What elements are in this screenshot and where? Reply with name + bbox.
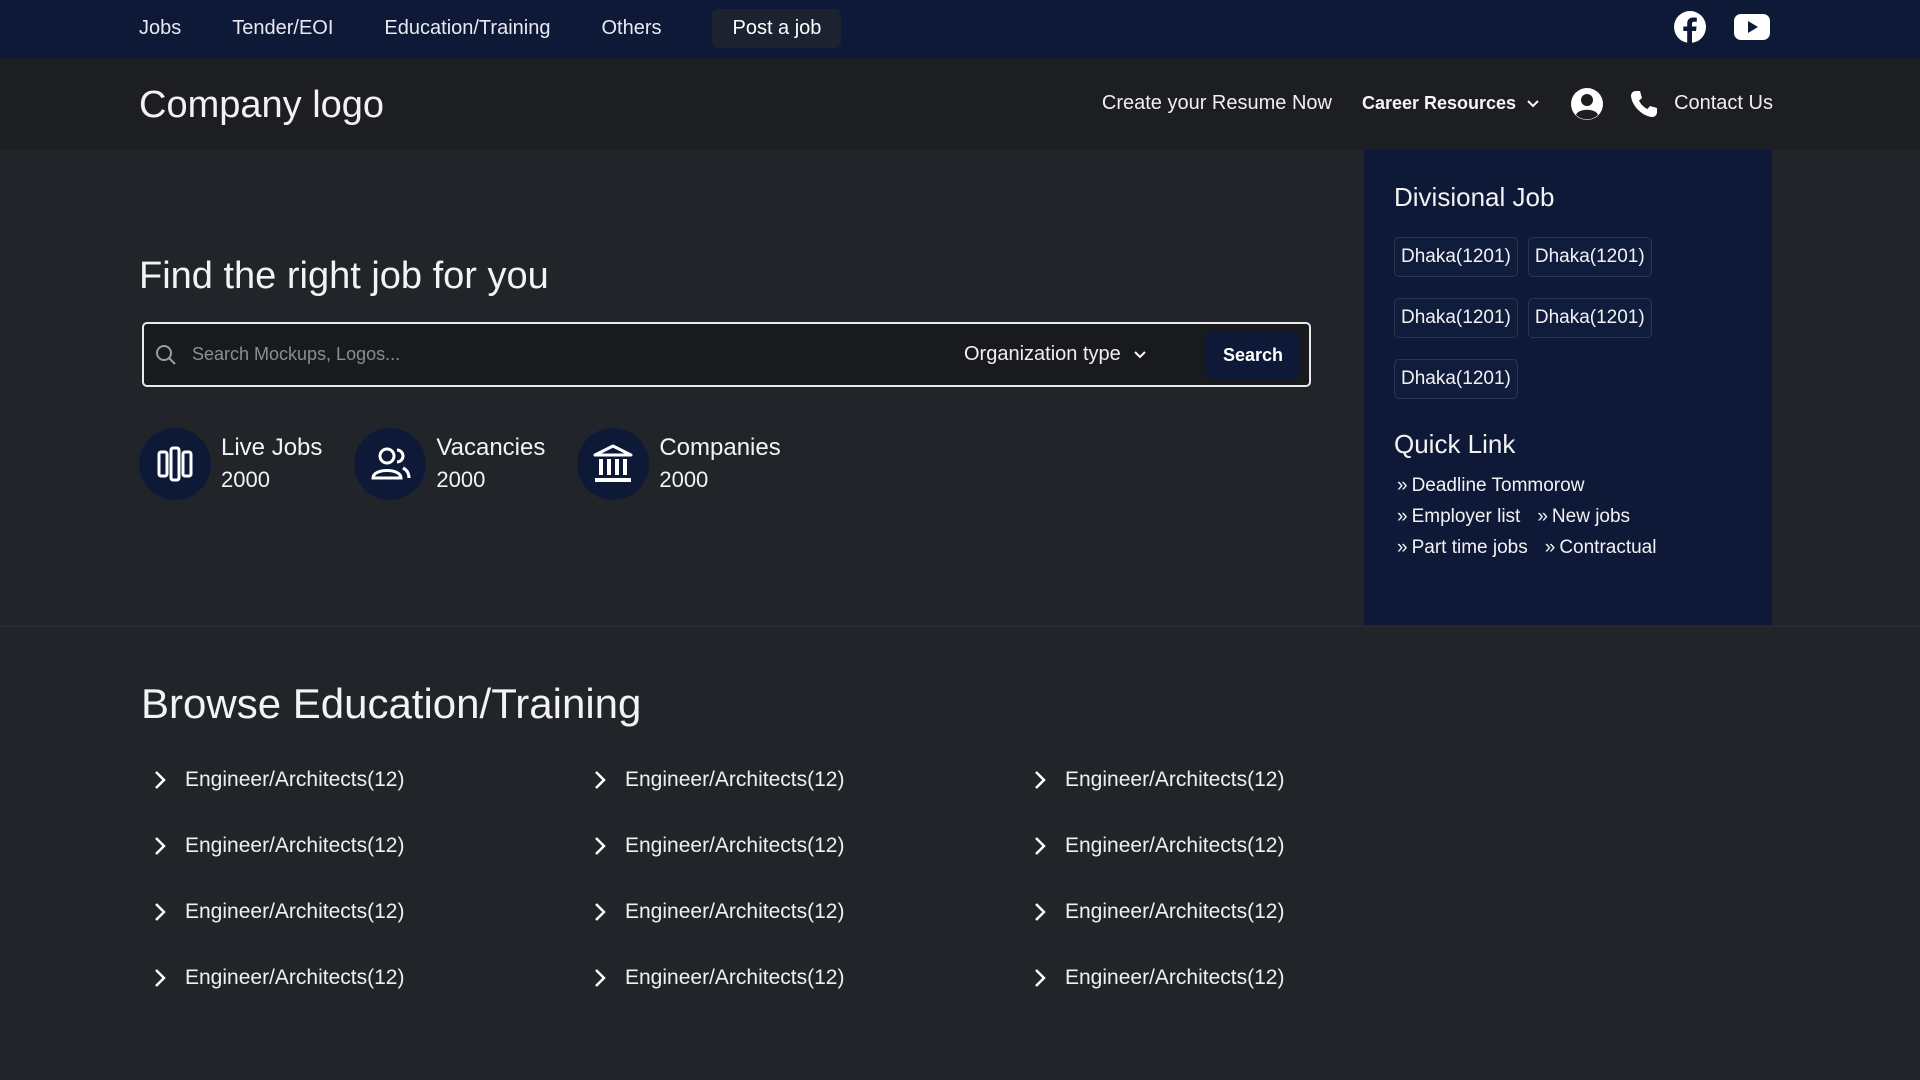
division-chips: Dhaka(1201) Dhaka(1201) Dhaka(1201) Dhak…	[1394, 237, 1674, 399]
stat-label: Vacancies	[436, 434, 546, 461]
division-chip[interactable]: Dhaka(1201)	[1394, 359, 1518, 399]
career-resources-label: Career Resources	[1361, 93, 1517, 113]
quick-link-deadline-tomorrow[interactable]: Deadline Tommorow	[1394, 470, 1710, 501]
live-jobs-icon	[139, 428, 211, 500]
chevron-right-icon	[155, 770, 166, 789]
browse-category-label: Engineer/Architects(12)	[625, 965, 845, 989]
browse-category-label: Engineer/Architects(12)	[1065, 899, 1285, 923]
browse-category-label: Engineer/Architects(12)	[625, 767, 845, 791]
browse-category-label: Engineer/Architects(12)	[185, 899, 405, 923]
browse-category-item[interactable]: Engineer/Architects(12)	[1033, 828, 1473, 863]
stat-companies: Companies 2000	[577, 428, 781, 500]
chevron-right-icon	[1035, 902, 1046, 921]
facebook-icon[interactable]	[1672, 9, 1708, 45]
search-bar: Organization type Search	[142, 322, 1311, 387]
chevron-right-icon	[155, 968, 166, 987]
divisional-job-panel: Divisional Job Dhaka(1201) Dhaka(1201) D…	[1364, 150, 1772, 625]
quick-link-title: Quick Link	[1394, 429, 1516, 459]
browse-category-item[interactable]: Engineer/Architects(12)	[153, 894, 593, 929]
browse-category-item[interactable]: Engineer/Architects(12)	[593, 894, 1033, 929]
vacancies-icon	[354, 428, 427, 500]
browse-category-label: Engineer/Architects(12)	[185, 767, 405, 791]
user-account-icon[interactable]	[1570, 87, 1604, 121]
division-chip[interactable]: Dhaka(1201)	[1394, 298, 1518, 338]
browse-category-grid: Engineer/Architects(12) Engineer/Archite…	[153, 762, 1473, 995]
browse-category-item[interactable]: Engineer/Architects(12)	[1033, 894, 1473, 929]
stat-label: Live Jobs	[221, 434, 323, 461]
browse-category-label: Engineer/Architects(12)	[1065, 767, 1285, 791]
career-resources-dropdown[interactable]: Career Resources	[1362, 93, 1540, 114]
phone-icon	[1631, 90, 1658, 117]
top-nav: Jobs Tender/EOI Education/Training Other…	[139, 0, 842, 57]
chevron-right-icon	[1035, 836, 1046, 855]
chevron-right-icon	[595, 902, 606, 921]
browse-category-label: Engineer/Architects(12)	[625, 833, 845, 857]
hero-title: Find the right job for you	[139, 255, 549, 297]
chevron-down-icon	[1134, 350, 1146, 358]
contact-us-label: Contact Us	[1674, 92, 1773, 114]
site-header: Company logo Create your Resume Now Care…	[0, 57, 1920, 150]
chevron-down-icon	[1527, 99, 1539, 107]
browse-category-label: Engineer/Architects(12)	[185, 965, 405, 989]
stat-label: Companies	[659, 434, 781, 461]
quick-links: Deadline Tommorow Employer list New jobs…	[1394, 470, 1724, 563]
browse-category-item[interactable]: Engineer/Architects(12)	[153, 828, 593, 863]
nav-tender-eoi[interactable]: Tender/EOI	[232, 17, 333, 40]
chevron-right-icon	[595, 836, 606, 855]
post-job-button[interactable]: Post a job	[712, 9, 842, 48]
chevron-right-icon	[155, 836, 166, 855]
quick-link-new-jobs[interactable]: New jobs	[1534, 501, 1630, 532]
stat-live-jobs: Live Jobs 2000	[139, 428, 322, 500]
contact-us-link[interactable]: Contact Us	[1628, 88, 1773, 120]
chevron-right-icon	[1035, 968, 1046, 987]
stat-value: 2000	[436, 467, 486, 492]
youtube-icon[interactable]	[1734, 9, 1770, 45]
division-chip[interactable]: Dhaka(1201)	[1527, 237, 1652, 277]
browse-category-item[interactable]: Engineer/Architects(12)	[1033, 960, 1473, 995]
nav-education-training[interactable]: Education/Training	[384, 17, 550, 40]
division-chip[interactable]: Dhaka(1201)	[1527, 298, 1652, 338]
divisional-job-title: Divisional Job	[1394, 182, 1555, 212]
job-stats: Live Jobs 2000 Vacancies 2000 Companies …	[139, 428, 813, 500]
browse-category-item[interactable]: Engineer/Architects(12)	[153, 762, 593, 797]
browse-category-item[interactable]: Engineer/Architects(12)	[1033, 762, 1473, 797]
organization-type-select[interactable]: Organization type	[964, 343, 1147, 366]
browse-category-item[interactable]: Engineer/Architects(12)	[153, 960, 593, 995]
organization-type-label: Organization type	[964, 343, 1121, 365]
browse-category-item[interactable]: Engineer/Architects(12)	[593, 762, 1033, 797]
stat-value: 2000	[659, 467, 709, 492]
chevron-right-icon	[595, 770, 606, 789]
quick-link-part-time-jobs[interactable]: Part time jobs	[1394, 532, 1528, 563]
chevron-right-icon	[595, 968, 606, 987]
browse-category-label: Engineer/Architects(12)	[1065, 965, 1285, 989]
browse-category-item[interactable]: Engineer/Architects(12)	[593, 960, 1033, 995]
chevron-right-icon	[1035, 770, 1046, 789]
browse-category-label: Engineer/Architects(12)	[185, 833, 405, 857]
browse-category-label: Engineer/Architects(12)	[625, 899, 845, 923]
stat-value: 2000	[221, 467, 270, 492]
search-button[interactable]: Search	[1206, 331, 1300, 379]
nav-jobs[interactable]: Jobs	[139, 17, 181, 40]
division-chip[interactable]: Dhaka(1201)	[1394, 237, 1518, 277]
search-icon	[154, 343, 178, 367]
stat-vacancies: Vacancies 2000	[354, 428, 545, 500]
social-links	[1672, 9, 1770, 45]
quick-link-contractual[interactable]: Contractual	[1542, 532, 1656, 563]
browse-category-label: Engineer/Architects(12)	[1065, 833, 1285, 857]
chevron-right-icon	[155, 902, 166, 921]
companies-icon	[577, 428, 650, 500]
quick-link-employer-list[interactable]: Employer list	[1394, 501, 1521, 532]
browse-category-item[interactable]: Engineer/Architects(12)	[593, 828, 1033, 863]
nav-others[interactable]: Others	[601, 17, 661, 40]
section-divider	[0, 626, 1920, 627]
create-resume-link[interactable]: Create your Resume Now	[1102, 92, 1332, 115]
search-input[interactable]	[192, 334, 962, 375]
browse-title: Browse Education/Training	[141, 680, 642, 727]
top-bar: Jobs Tender/EOI Education/Training Other…	[0, 0, 1920, 57]
company-logo[interactable]: Company logo	[139, 84, 384, 127]
header-actions: Create your Resume Now Career Resources …	[1102, 57, 1773, 150]
